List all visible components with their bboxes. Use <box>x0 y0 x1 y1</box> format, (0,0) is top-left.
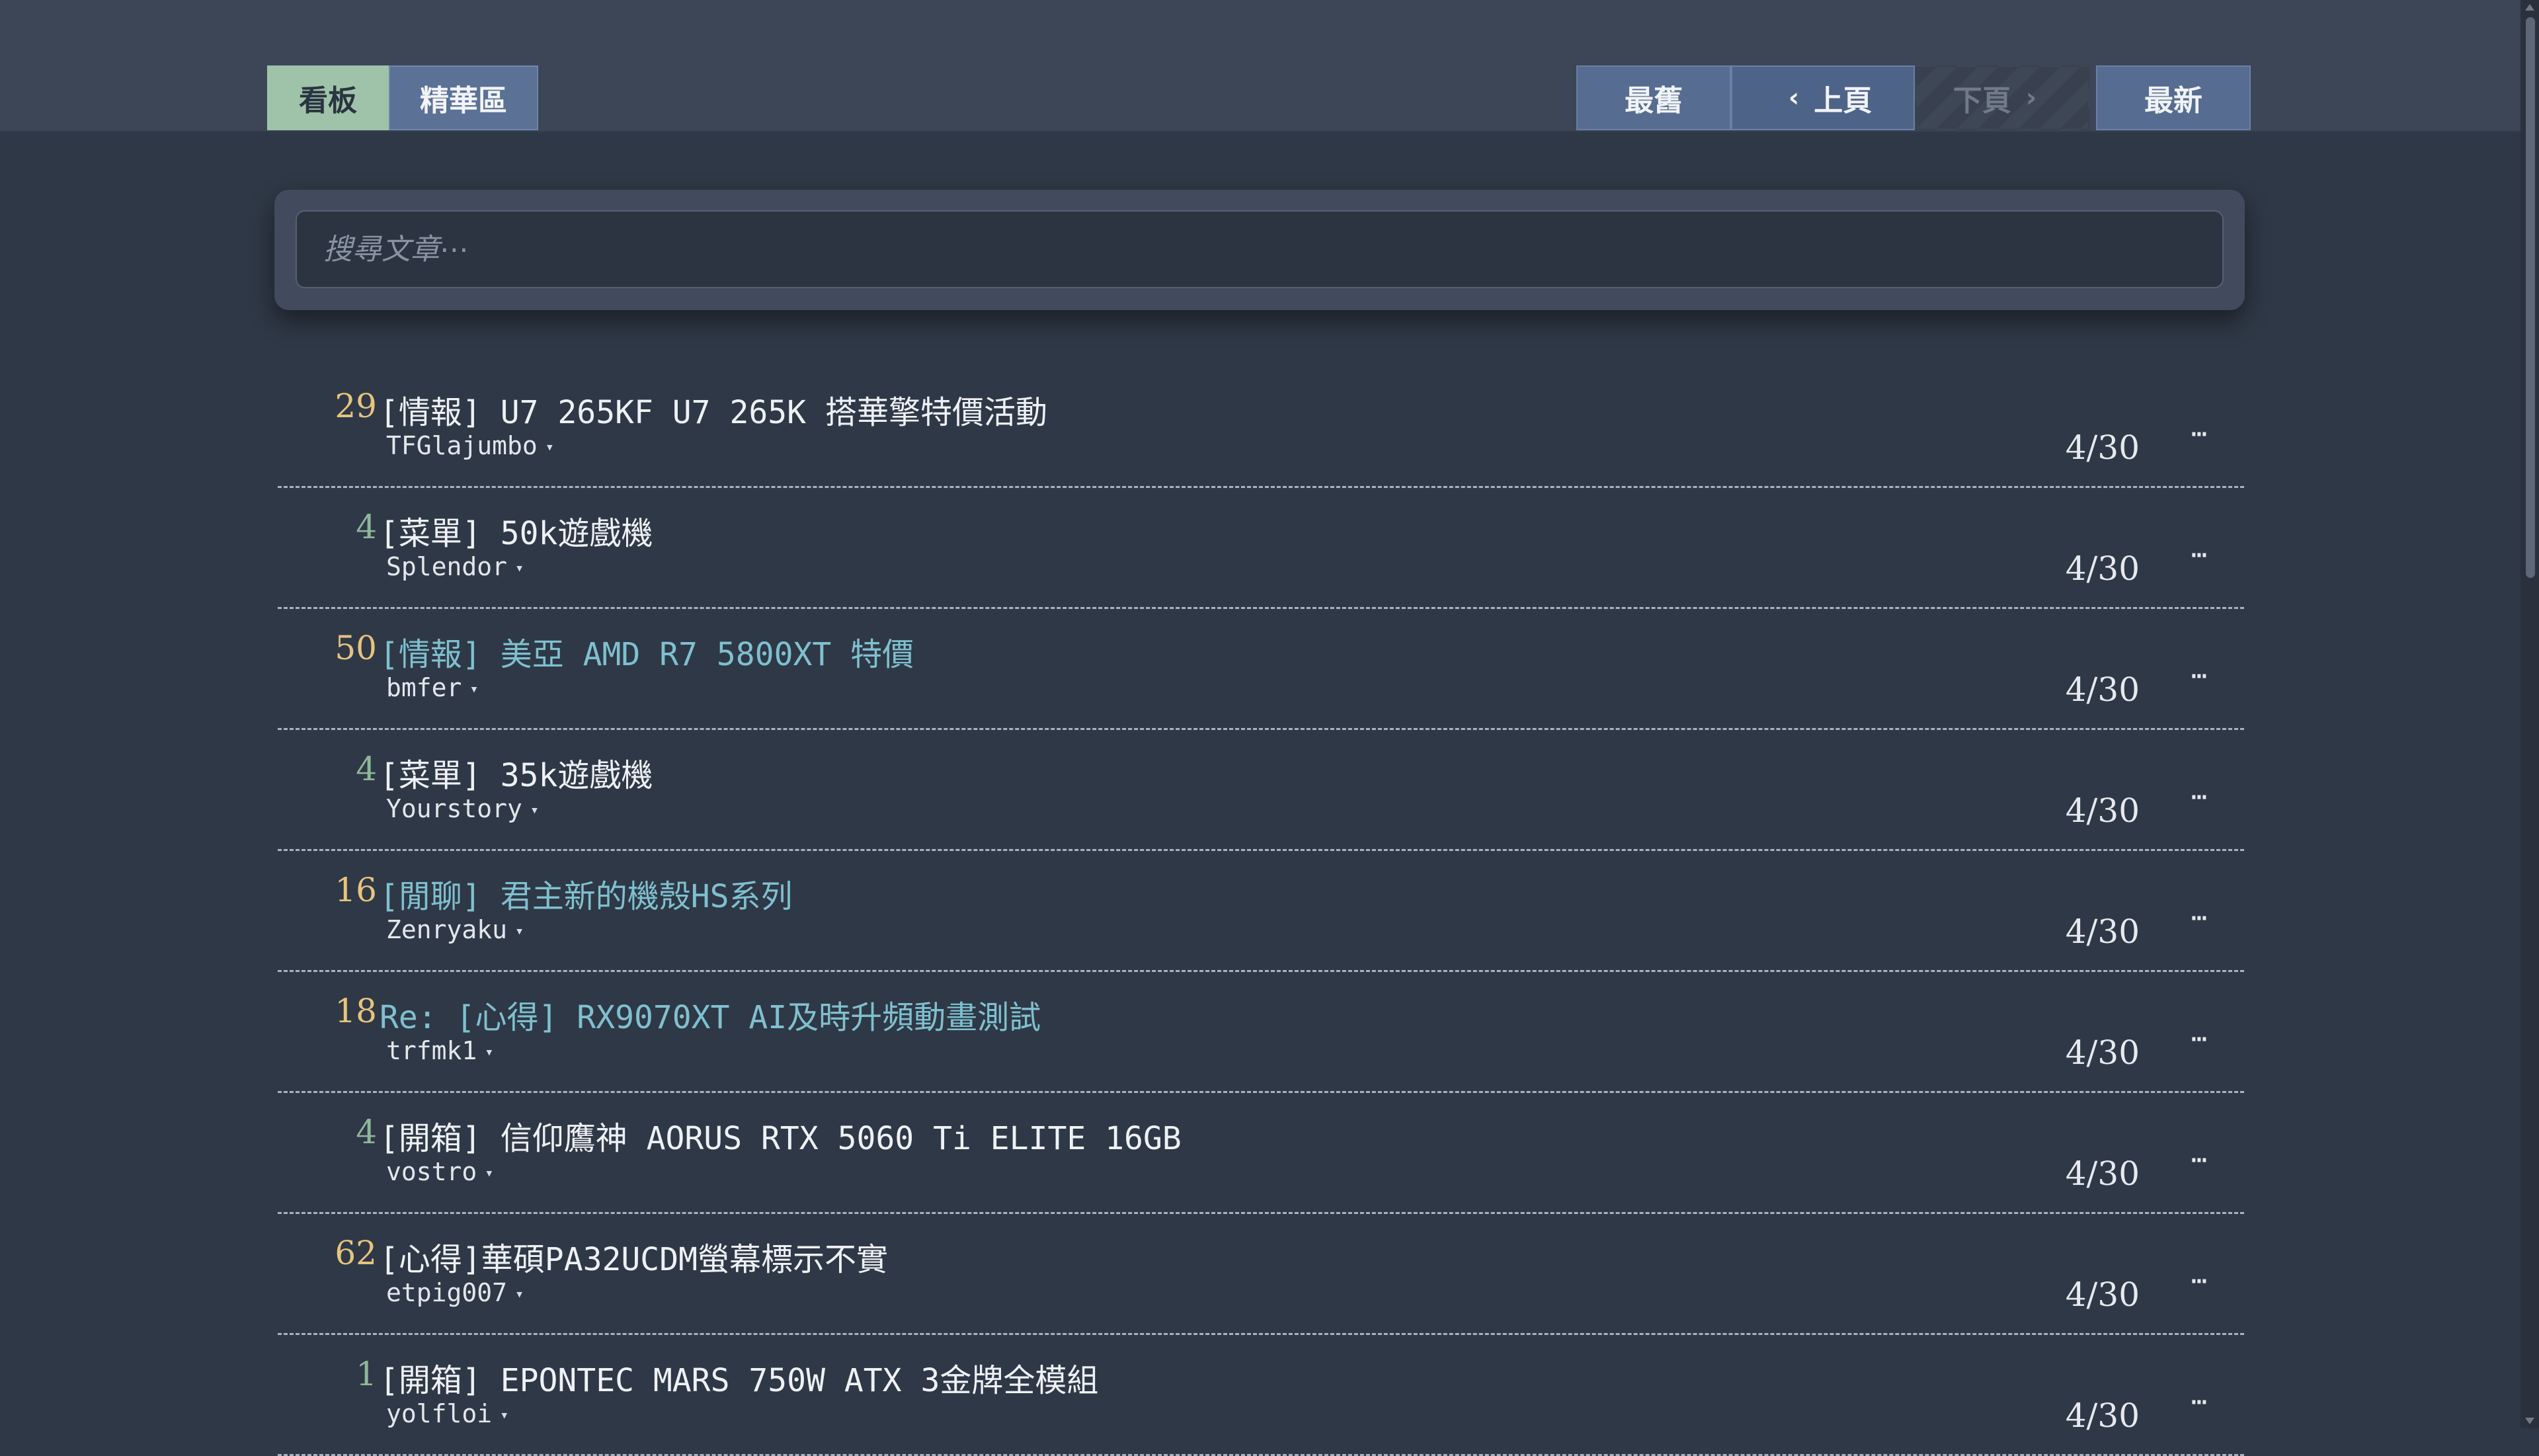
post-title-link[interactable]: Re: [心得] RX9070XT AI及時升頻動畫測試 <box>380 991 1041 1037</box>
post-author[interactable]: trfmk1 ▾ <box>386 1036 494 1065</box>
dropdown-arrow-icon[interactable]: ▾ <box>500 1407 508 1424</box>
more-options-icon[interactable]: ⋯ <box>2191 419 2207 449</box>
dropdown-arrow-icon[interactable]: ▾ <box>485 1044 493 1061</box>
dropdown-arrow-icon[interactable]: ▾ <box>515 1286 524 1303</box>
author-name: Splendor <box>386 552 508 581</box>
post-author[interactable]: yolfloi ▾ <box>386 1399 508 1428</box>
recommend-count: 62 <box>335 1234 377 1272</box>
author-name: yolfloi <box>386 1399 493 1428</box>
post-list: 29 [情報] U7 265KF U7 265K 搭華擎特價活動 TFGlaju… <box>278 367 2244 1456</box>
post-author[interactable]: bmfer ▾ <box>386 673 479 702</box>
post-title-link[interactable]: [情報] U7 265KF U7 265K 搭華擎特價活動 <box>380 386 1047 432</box>
top-navigation-bar: 看板 精華區 最舊 ‹ 上頁 下頁 › 最新 <box>0 0 2539 132</box>
recommend-count: 1 <box>356 1355 377 1393</box>
post-author[interactable]: etpig007 ▾ <box>386 1278 524 1307</box>
next-page-button: 下頁 › <box>1915 65 2089 130</box>
post-row[interactable]: 4 [開箱] 信仰鷹神 AORUS RTX 5060 Ti ELITE 16GB… <box>278 1093 2244 1214</box>
recommend-count: 18 <box>335 992 377 1030</box>
more-options-icon[interactable]: ⋯ <box>2191 661 2207 691</box>
post-date: 4/30 <box>2065 428 2140 467</box>
author-name: Yourstory <box>386 794 522 823</box>
more-options-icon[interactable]: ⋯ <box>2191 782 2207 812</box>
post-author[interactable]: vostro ▾ <box>386 1157 494 1186</box>
post-title-link[interactable]: [開箱] 信仰鷹神 AORUS RTX 5060 Ti ELITE 16GB <box>380 1112 1182 1158</box>
scroll-up-icon[interactable] <box>2525 4 2534 11</box>
post-date: 4/30 <box>2065 1033 2140 1072</box>
more-options-icon[interactable]: ⋯ <box>2191 1266 2207 1296</box>
recommend-count: 16 <box>335 871 377 909</box>
post-date: 4/30 <box>2065 549 2140 588</box>
post-author[interactable]: Zenryaku ▾ <box>386 915 524 944</box>
recommend-count: 4 <box>356 750 377 788</box>
author-name: vostro <box>386 1157 477 1186</box>
post-date: 4/30 <box>2065 670 2140 709</box>
author-name: etpig007 <box>386 1278 508 1307</box>
recommend-count: 50 <box>335 629 377 667</box>
scrollbar[interactable] <box>2520 0 2539 1428</box>
recommend-count: 4 <box>356 508 377 546</box>
post-date: 4/30 <box>2065 1275 2140 1314</box>
dropdown-arrow-icon[interactable]: ▾ <box>469 681 478 698</box>
scroll-thumb[interactable] <box>2526 17 2535 578</box>
post-row[interactable]: 4 [菜單] 50k遊戲機 Splendor ▾ 4/30 ⋯ <box>278 488 2244 609</box>
more-options-icon[interactable]: ⋯ <box>2191 1024 2207 1054</box>
more-options-icon[interactable]: ⋯ <box>2191 1145 2207 1175</box>
next-page-label: 下頁 <box>1953 84 2011 118</box>
post-date: 4/30 <box>2065 791 2140 830</box>
previous-page-label: 上頁 <box>1814 84 1873 118</box>
recommend-count: 4 <box>356 1113 377 1151</box>
dropdown-arrow-icon[interactable]: ▾ <box>545 439 554 456</box>
oldest-page-button[interactable]: 最舊 <box>1576 65 1731 130</box>
post-title-link[interactable]: [菜單] 50k遊戲機 <box>380 507 653 553</box>
post-date: 4/30 <box>2065 1396 2140 1435</box>
newest-page-button[interactable]: 最新 <box>2096 65 2251 130</box>
more-options-icon[interactable]: ⋯ <box>2191 540 2207 570</box>
more-options-icon[interactable]: ⋯ <box>2191 903 2207 933</box>
post-author[interactable]: Yourstory ▾ <box>386 794 539 823</box>
post-title-link[interactable]: [菜單] 35k遊戲機 <box>380 749 653 795</box>
tab-board[interactable]: 看板 <box>267 65 389 130</box>
post-row[interactable]: 18 Re: [心得] RX9070XT AI及時升頻動畫測試 trfmk1 ▾ … <box>278 972 2244 1093</box>
author-name: bmfer <box>386 673 462 702</box>
more-options-icon[interactable]: ⋯ <box>2191 1387 2207 1417</box>
post-date: 4/30 <box>2065 912 2140 951</box>
post-row[interactable]: 50 [情報] 美亞 AMD R7 5800XT 特價 bmfer ▾ 4/30 … <box>278 609 2244 730</box>
post-date: 4/30 <box>2065 1154 2140 1193</box>
post-row[interactable]: 29 [情報] U7 265KF U7 265K 搭華擎特價活動 TFGlaju… <box>278 367 2244 488</box>
post-row[interactable]: 16 [閒聊] 君主新的機殼HS系列 Zenryaku ▾ 4/30 ⋯ <box>278 851 2244 972</box>
author-name: trfmk1 <box>386 1036 477 1065</box>
search-panel <box>274 190 2245 310</box>
scroll-down-icon[interactable] <box>2525 1418 2534 1424</box>
dropdown-arrow-icon[interactable]: ▾ <box>515 560 524 577</box>
post-title-link[interactable]: [情報] 美亞 AMD R7 5800XT 特價 <box>380 628 914 674</box>
previous-page-button[interactable]: ‹ 上頁 <box>1731 65 1915 130</box>
author-name: TFGlajumbo <box>386 431 538 460</box>
search-input[interactable] <box>296 210 2224 288</box>
recommend-count: 29 <box>335 387 377 425</box>
dropdown-arrow-icon[interactable]: ▾ <box>485 1165 493 1182</box>
author-name: Zenryaku <box>386 915 508 944</box>
post-title-link[interactable]: [心得]華碩PA32UCDM螢幕標示不實 <box>380 1233 888 1279</box>
dropdown-arrow-icon[interactable]: ▾ <box>515 923 524 940</box>
tab-digest[interactable]: 精華區 <box>389 65 538 130</box>
post-title-link[interactable]: [開箱] EPONTEC MARS 750W ATX 3金牌全模組 <box>380 1354 1098 1400</box>
post-author[interactable]: TFGlajumbo ▾ <box>386 431 554 460</box>
post-author[interactable]: Splendor ▾ <box>386 552 524 581</box>
post-title-link[interactable]: [閒聊] 君主新的機殼HS系列 <box>380 870 793 916</box>
post-row[interactable]: 1 [開箱] EPONTEC MARS 750W ATX 3金牌全模組 yolf… <box>278 1335 2244 1456</box>
dropdown-arrow-icon[interactable]: ▾ <box>530 802 539 819</box>
chevron-left-icon: ‹ <box>1788 83 1800 113</box>
post-row[interactable]: 62 [心得]華碩PA32UCDM螢幕標示不實 etpig007 ▾ 4/30 ⋯ <box>278 1214 2244 1335</box>
post-row[interactable]: 4 [菜單] 35k遊戲機 Yourstory ▾ 4/30 ⋯ <box>278 730 2244 851</box>
chevron-right-icon: › <box>2025 83 2037 113</box>
